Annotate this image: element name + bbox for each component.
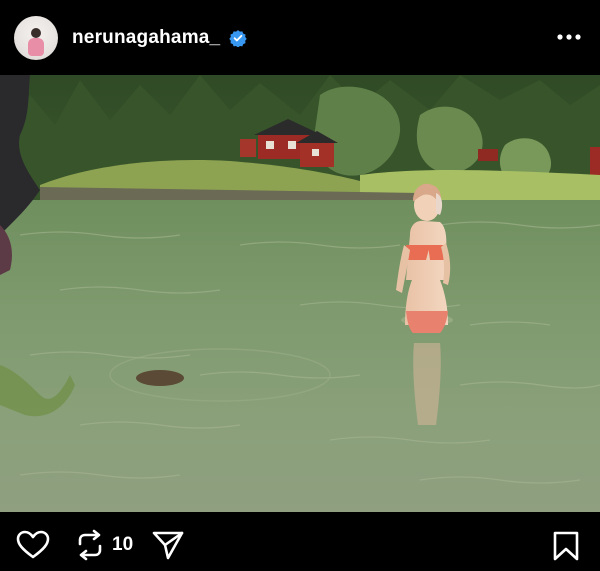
send-icon[interactable] — [151, 529, 185, 561]
avatar[interactable] — [14, 16, 58, 60]
repost-icon[interactable] — [74, 529, 106, 561]
username[interactable]: nerunagahama_ — [72, 26, 220, 50]
more-options-icon[interactable] — [556, 30, 582, 44]
heart-icon[interactable] — [16, 530, 50, 560]
post-photo[interactable] — [0, 75, 600, 512]
verified-badge-icon — [229, 30, 247, 47]
post-header: nerunagahama_ — [0, 0, 600, 75]
repost-count: 10 — [112, 534, 134, 555]
bookmark-icon[interactable] — [552, 530, 580, 562]
lake-photo-illustration — [0, 75, 600, 512]
